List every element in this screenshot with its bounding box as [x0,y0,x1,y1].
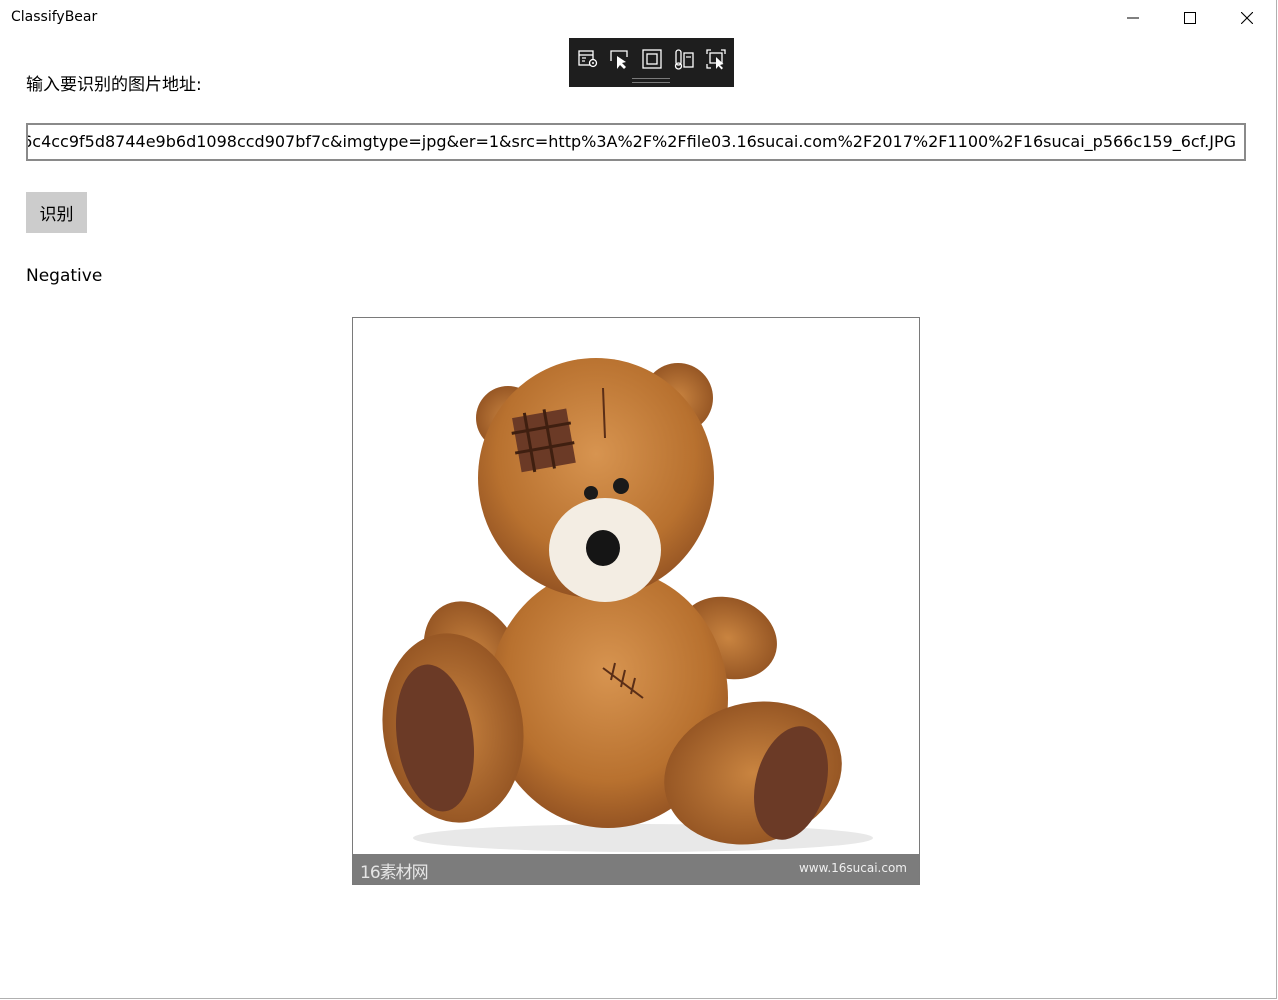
live-visual-tree-icon[interactable] [576,47,600,71]
maximize-icon [1183,12,1196,24]
watermark-logo: 16素材网 [360,863,429,883]
teddy-bear-image [382,358,873,852]
track-focus-icon[interactable] [672,47,696,71]
maximize-button[interactable] [1161,0,1218,36]
app-title: ClassifyBear [11,9,98,25]
watermark-url: www.16sucai.com [798,861,907,875]
minimize-button[interactable] [1104,0,1161,36]
toolbar-drag-handle[interactable] [632,78,670,83]
recognize-button[interactable]: 识别 [26,192,87,233]
image-url-value: 1&di=6c4cc9f5d8744e9b6d1098ccd907bf7c&im… [26,132,1236,151]
preview-image: 16素材网 www.16sucai.com [352,317,920,885]
app-window: ClassifyBear 输入要识别的图片地址: 1&di=6c4cc9f5d8… [0,0,1277,999]
close-button[interactable] [1218,0,1275,36]
minimize-icon [1126,17,1139,19]
classification-result: Negative [26,266,103,286]
url-prompt-label: 输入要识别的图片地址: [26,75,202,95]
select-element-icon[interactable] [608,47,632,71]
close-icon [1240,12,1253,24]
xaml-debug-toolbar [569,38,734,87]
display-layout-adorners-icon[interactable] [640,47,664,71]
image-url-input[interactable]: 1&di=6c4cc9f5d8744e9b6d1098ccd907bf7c&im… [26,123,1246,161]
hot-reload-icon[interactable] [704,47,728,71]
title-bar[interactable]: ClassifyBear [0,0,1276,36]
watermark-bar: 16素材网 www.16sucai.com [353,854,919,884]
